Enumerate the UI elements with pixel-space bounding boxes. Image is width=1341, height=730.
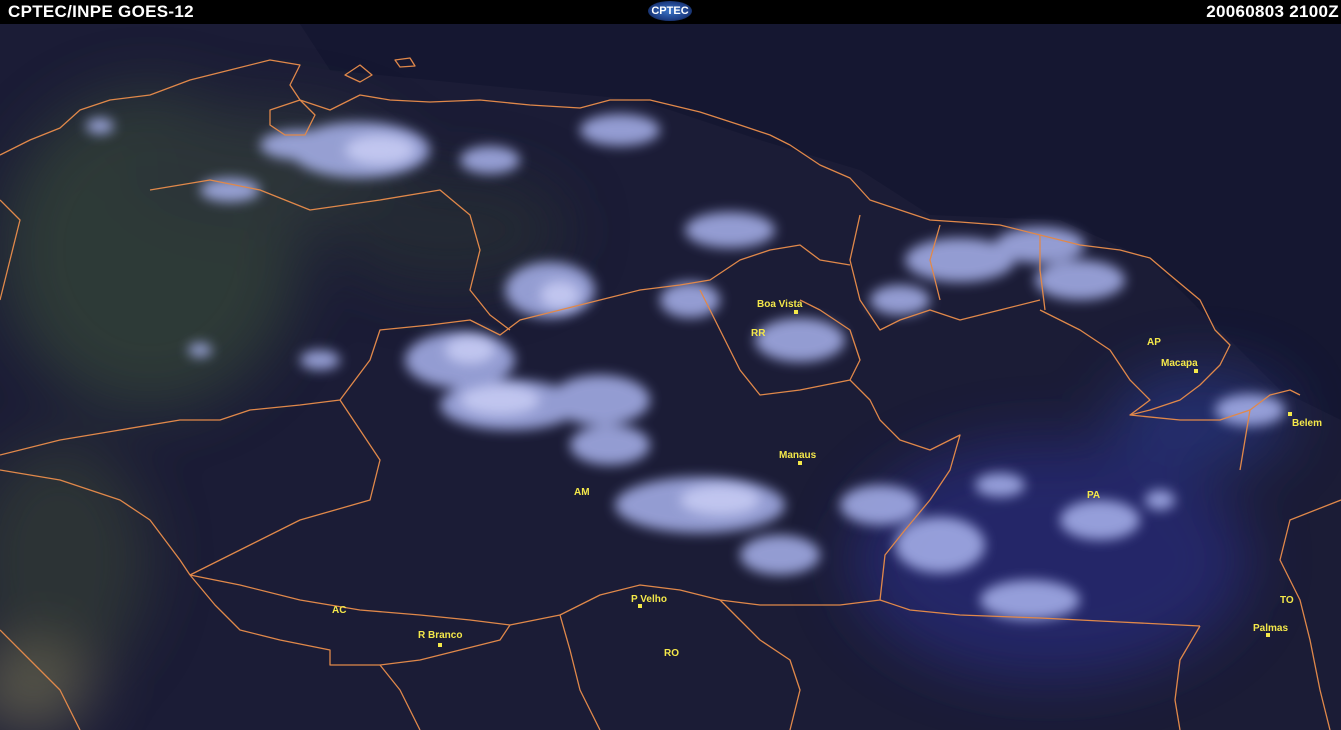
city-label-belem: Belem — [1292, 418, 1322, 429]
city-marker — [794, 310, 798, 314]
state-label-am: AM — [574, 487, 590, 498]
state-label-ap: AP — [1147, 337, 1161, 348]
city-label-boa-vista: Boa Vista — [757, 299, 803, 310]
state-label-ac: AC — [332, 605, 346, 616]
cptec-logo: CPTEC — [648, 1, 692, 21]
city-marker — [1288, 412, 1292, 416]
state-label-rr: RR — [751, 328, 766, 339]
city-label-r-branco: R Branco — [418, 630, 462, 641]
city-marker — [438, 643, 442, 647]
state-label-pa: PA — [1087, 490, 1100, 501]
header-bar: CPTEC/INPE GOES-12 CPTEC 20060803 2100Z — [0, 0, 1341, 24]
city-label-macapa: Macapa — [1161, 358, 1198, 369]
satellite-map: RR AP AM PA AC RO TO Boa Vista Macapa Be… — [0, 24, 1341, 730]
timestamp: 20060803 2100Z — [1206, 2, 1339, 21]
state-label-to: TO — [1280, 595, 1294, 606]
city-label-p-velho: P Velho — [631, 594, 667, 605]
image-title: CPTEC/INPE GOES-12 — [8, 2, 194, 21]
city-marker — [1194, 369, 1198, 373]
city-marker — [798, 461, 802, 465]
state-label-ro: RO — [664, 648, 679, 659]
city-label-palmas: Palmas — [1253, 623, 1288, 634]
city-label-manaus: Manaus — [779, 450, 817, 461]
